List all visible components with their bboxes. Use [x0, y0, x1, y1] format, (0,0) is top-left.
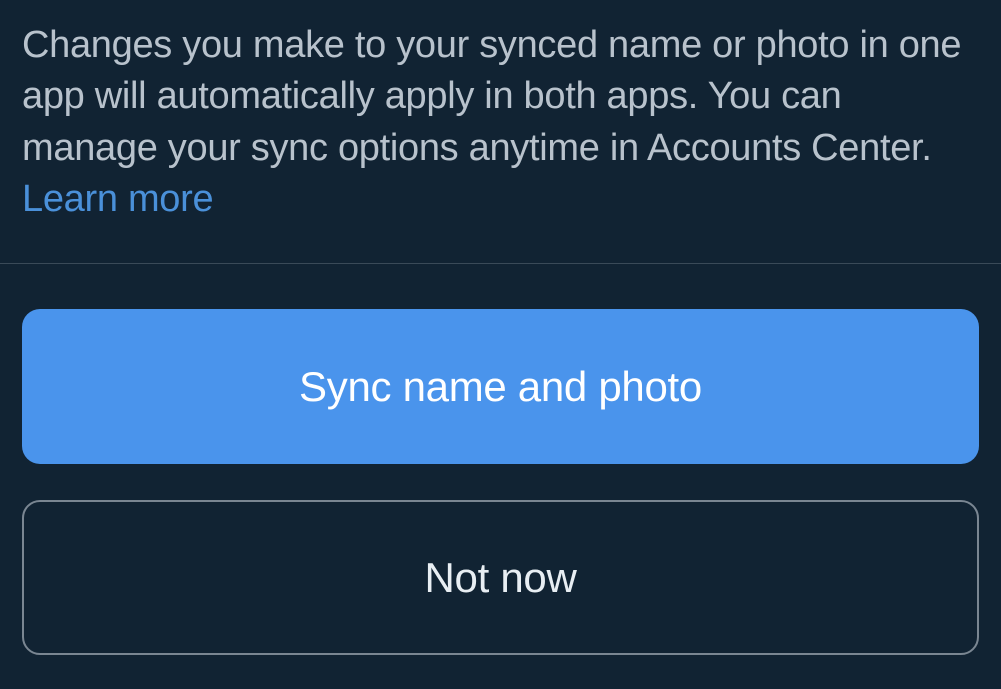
sync-button[interactable]: Sync name and photo: [22, 309, 979, 464]
description-body: Changes you make to your synced name or …: [22, 24, 961, 169]
learn-more-link[interactable]: Learn more: [22, 178, 213, 220]
description-text: Changes you make to your synced name or …: [22, 20, 979, 225]
not-now-button[interactable]: Not now: [22, 500, 979, 655]
description-container: Changes you make to your synced name or …: [0, 0, 1001, 263]
buttons-container: Sync name and photo Not now: [0, 264, 1001, 655]
